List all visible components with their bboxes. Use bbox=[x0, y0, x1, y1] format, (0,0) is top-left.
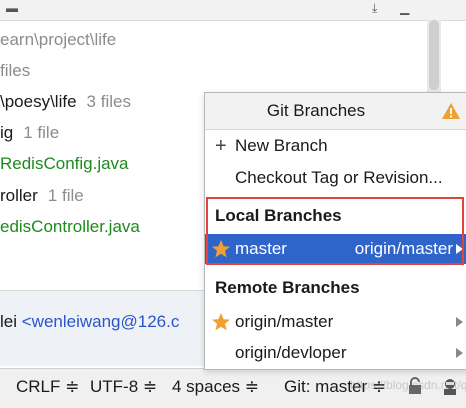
line-separator-widget[interactable]: CRLF ≑ bbox=[16, 376, 79, 398]
star-icon bbox=[212, 240, 230, 258]
scrollbar-thumb[interactable] bbox=[429, 20, 439, 90]
branch-item-master[interactable]: master origin/master bbox=[205, 234, 466, 264]
tree-row-path: roller bbox=[0, 186, 38, 205]
branch-name: master bbox=[235, 239, 287, 258]
author-name: lei bbox=[0, 312, 18, 331]
tree-row-count: 1 file bbox=[23, 123, 60, 142]
tree-row-path: edisController.java bbox=[0, 217, 140, 236]
tree-row[interactable]: ig 1 file bbox=[0, 120, 59, 146]
branch-name: origin/master bbox=[235, 312, 334, 331]
tree-row[interactable]: roller 1 file bbox=[0, 183, 84, 209]
branch-name: origin/devloper bbox=[235, 343, 347, 362]
top-toolbar: ▬ ⤓ ▁ bbox=[0, 0, 466, 21]
local-branches-header: Local Branches bbox=[215, 206, 342, 225]
tree-row-path: RedisConfig.java bbox=[0, 154, 129, 173]
branch-item-origin-devloper[interactable]: origin/devloper bbox=[205, 338, 466, 368]
tree-row[interactable]: files bbox=[0, 58, 30, 84]
collapse-icon[interactable]: ▬ bbox=[6, 2, 20, 14]
remote-branches-header: Remote Branches bbox=[215, 278, 360, 297]
status-bar: CRLF ≑ UTF-8 ≑ 4 spaces ≑ Git: master ≑ … bbox=[0, 368, 466, 408]
tree-row-count: files bbox=[0, 61, 31, 80]
branch-item-origin-master[interactable]: origin/master bbox=[205, 307, 466, 337]
checkout-tag-item[interactable]: Checkout Tag or Revision... bbox=[205, 163, 466, 193]
checkout-tag-label: Checkout Tag or Revision... bbox=[235, 168, 443, 187]
new-branch-item[interactable]: + New Branch bbox=[205, 131, 466, 161]
encoding-widget[interactable]: UTF-8 ≑ bbox=[90, 376, 157, 398]
tree-row[interactable]: RedisConfig.java bbox=[0, 151, 139, 177]
popup-title: Git Branches bbox=[266, 101, 366, 120]
tree-row[interactable]: edisController.java bbox=[0, 214, 150, 240]
tracking-branch: origin/master bbox=[354, 239, 453, 258]
tree-row[interactable]: earn\project\life bbox=[0, 27, 126, 53]
author-line: lei <wenleiwang@126.c bbox=[0, 309, 179, 335]
tree-row-count: 1 file bbox=[47, 186, 84, 205]
star-icon bbox=[212, 313, 230, 331]
minimize-icon[interactable]: ▁ bbox=[400, 2, 414, 14]
tree-row[interactable]: \poesy\life 3 files bbox=[0, 89, 131, 115]
tree-row-path: \poesy\life bbox=[0, 92, 77, 111]
submenu-arrow-icon bbox=[456, 348, 463, 358]
new-branch-label: New Branch bbox=[235, 136, 328, 155]
warning-icon[interactable] bbox=[441, 102, 461, 120]
author-email[interactable]: <wenleiwang@126.c bbox=[22, 312, 180, 331]
submenu-arrow-icon bbox=[456, 317, 463, 327]
tree-row-path: earn\project\life bbox=[0, 30, 117, 49]
inspector-icon[interactable] bbox=[440, 376, 460, 402]
git-branches-popup: Git Branches + New Branch Checkout Tag o… bbox=[204, 92, 466, 370]
tree-row-path: ig bbox=[0, 123, 14, 142]
submenu-arrow-icon bbox=[456, 244, 463, 254]
download-icon[interactable]: ⤓ bbox=[372, 2, 386, 14]
popup-header: Git Branches bbox=[205, 93, 466, 130]
plus-icon: + bbox=[215, 135, 227, 157]
tree-row-count: 3 files bbox=[86, 92, 131, 111]
lock-icon[interactable] bbox=[408, 377, 422, 401]
indent-widget[interactable]: 4 spaces ≑ bbox=[172, 376, 259, 398]
